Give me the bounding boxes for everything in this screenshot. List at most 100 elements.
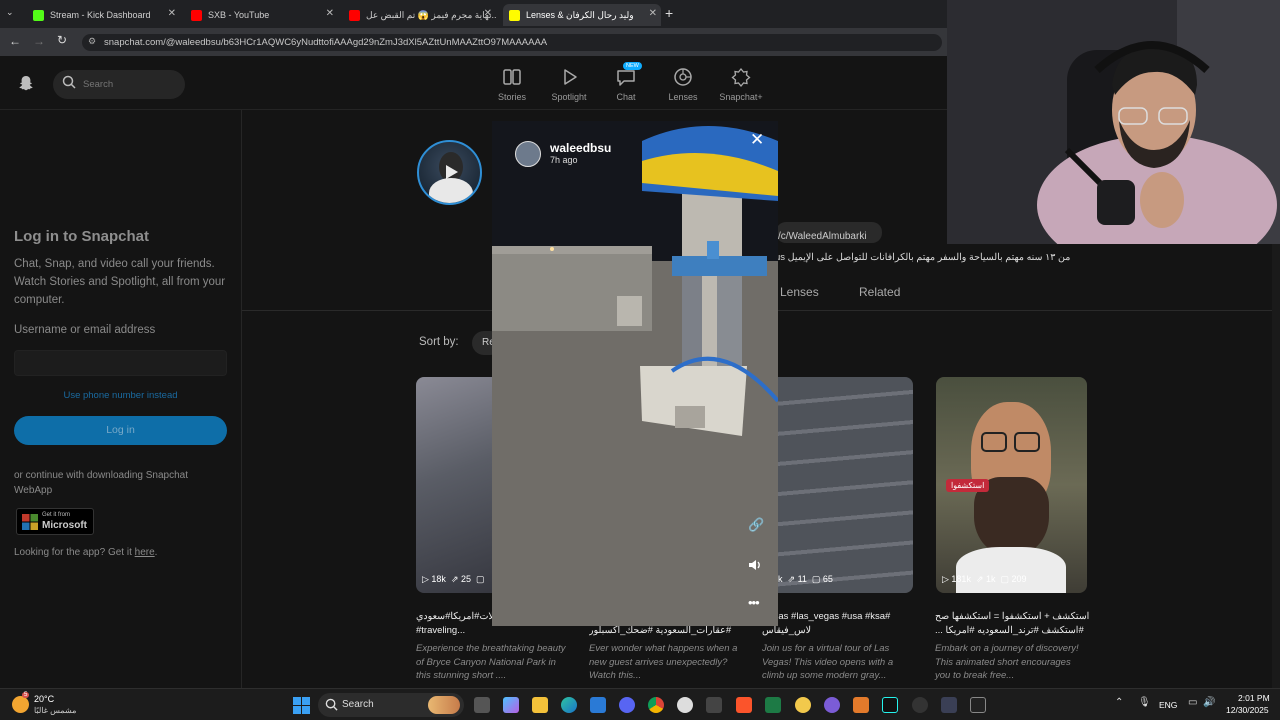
brave-icon[interactable] (736, 697, 752, 713)
card-description: Embark on a journey of discovery! This a… (935, 643, 1079, 681)
login-title: Log in to Snapchat (14, 228, 149, 245)
microsoft-store-badge[interactable]: Get it from Microsoft (16, 508, 94, 535)
viewer-avatar[interactable] (515, 141, 541, 167)
volume-icon[interactable]: 🔊 (1203, 697, 1215, 708)
search-icon (325, 698, 338, 716)
close-tab-icon[interactable]: ✕ (484, 8, 492, 19)
taskbar-search[interactable]: Search (318, 693, 464, 717)
nav-snapchat-plus[interactable]: Snapchat+ (711, 66, 771, 102)
site-info-icon[interactable]: ⚙ (88, 36, 96, 47)
windows-start-icon[interactable] (293, 697, 310, 719)
nav-stories[interactable]: Stories (482, 66, 542, 102)
card-stats: ▷ 181k ⇗ 1k ▢ 209 (942, 574, 1027, 584)
card-title[interactable]: Vegas #las_vegas #usa #ksa# لاس_فيقاس (762, 610, 917, 638)
new-tab-button[interactable]: + (665, 5, 673, 21)
store-big-text: Microsoft (42, 520, 87, 531)
search-box[interactable] (53, 70, 185, 99)
viewer-username[interactable]: waleedbsu (550, 141, 611, 155)
app-icon[interactable] (853, 697, 869, 713)
weather-temp: 20°C (34, 694, 55, 704)
username-label: Username or email address (14, 324, 156, 336)
snapchat-plus-icon (731, 67, 751, 88)
tab-kick-dashboard[interactable]: Stream - Kick Dashboard ✕ (28, 4, 180, 26)
spotlight-card[interactable]: 31k ⇗ 11 ▢ 65 (762, 377, 913, 593)
nav-label: Stories (497, 92, 526, 102)
tab-search-button[interactable]: ⌄ (6, 7, 20, 21)
tab-label: نهاية مجرم فيمز 😱 تم القبض عل... (366, 9, 496, 20)
card-views: 181k (951, 574, 971, 584)
lenses-icon (674, 68, 692, 86)
language-indicator[interactable]: ENG (1159, 700, 1177, 710)
close-tab-icon[interactable]: ✕ (168, 8, 176, 19)
chrome-icon[interactable] (648, 697, 664, 713)
share-link-icon[interactable]: 🔗 (748, 517, 764, 533)
app-icon[interactable] (970, 697, 986, 713)
nav-label: Snapchat+ (719, 92, 763, 102)
tiktok-icon[interactable] (882, 697, 898, 713)
profile-avatar[interactable] (417, 140, 482, 205)
search-icon (62, 75, 76, 94)
nav-lenses[interactable]: Lenses (653, 66, 713, 102)
spotlight-icon (564, 69, 577, 85)
nav-label: Lenses (668, 92, 698, 102)
url-field[interactable]: ⚙ snapchat.com/@waleedbsu/b63HCr1AQWC6yN… (82, 34, 942, 51)
task-view-icon[interactable] (474, 697, 490, 713)
nav-spotlight[interactable]: Spotlight (539, 66, 599, 102)
reload-icon[interactable]: ↻ (57, 33, 67, 47)
tab-youtube-arabic[interactable]: نهاية مجرم فيمز 😱 تم القبض عل... ✕ (344, 4, 496, 26)
search-input[interactable] (83, 76, 178, 92)
file-explorer-icon[interactable] (532, 697, 548, 713)
app-icon[interactable] (941, 697, 957, 713)
spotlight-video-viewer[interactable]: waleedbsu 7h ago ✕ 🔗 ••• (492, 121, 778, 626)
clock-time[interactable]: 2:01 PM (1238, 693, 1270, 703)
close-tab-icon[interactable]: ✕ (326, 8, 334, 19)
browser-tab-bar: ⌄ Stream - Kick Dashboard ✕ SXB - YouTub… (0, 0, 947, 28)
weather-widget[interactable]: 5 20°C مشمس غالبًا (12, 692, 122, 717)
edge-icon[interactable] (561, 697, 577, 713)
spotlight-card[interactable]: استكشفوا ▷ 181k ⇗ 1k ▢ 209 (936, 377, 1087, 593)
obs-icon[interactable] (912, 697, 928, 713)
tab-youtube-sxb[interactable]: SXB - YouTube ✕ (186, 4, 338, 26)
store-icon[interactable] (590, 697, 606, 713)
clock-date[interactable]: 12/30/2025 (1226, 705, 1269, 715)
excel-icon[interactable] (765, 697, 781, 713)
viewer-time: 7h ago (550, 155, 578, 165)
nav-chat[interactable]: Chat NEW (596, 62, 656, 102)
search-highlight-image (428, 696, 460, 714)
get-app-text: Looking for the app? Get it here. (14, 547, 157, 558)
chat-app-icon[interactable] (795, 697, 811, 713)
tab-related[interactable]: Related (859, 285, 900, 299)
close-tab-icon[interactable]: ✕ (649, 8, 657, 19)
get-app-link[interactable]: here (135, 547, 155, 558)
snapchat-icon (509, 9, 520, 21)
github-icon[interactable] (677, 697, 693, 713)
more-options-icon[interactable]: ••• (748, 595, 760, 610)
profile-link-chip[interactable]: /c/WaleedAlmubarki (776, 222, 882, 243)
discord-icon[interactable] (619, 697, 635, 713)
card-stats: ▷ 18k ⇗ 25 ▢ (422, 574, 485, 584)
app-icon[interactable] (706, 697, 722, 713)
back-arrow-icon[interactable]: ← (9, 34, 21, 48)
card-title[interactable]: استكشف + استكشفوا = استكشفها صح #استكشف … (935, 610, 1090, 638)
forward-arrow-icon[interactable]: → (33, 34, 45, 48)
card-title[interactable]: #عقارات_السعودية #ضحك_اكسبلور (589, 624, 744, 638)
card-shares: 11 (797, 574, 807, 584)
login-button[interactable]: Log in (14, 416, 227, 445)
mute-icon[interactable] (748, 558, 762, 577)
tab-lenses[interactable]: Lenses (780, 285, 819, 299)
card-description: Join us for a virtual tour of Las Vegas!… (762, 643, 894, 681)
kick-icon (33, 9, 44, 21)
card-sticker: استكشفوا (946, 479, 990, 492)
tab-label: SXB - YouTube (208, 10, 270, 20)
username-field[interactable] (14, 350, 227, 376)
close-icon[interactable]: ✕ (750, 130, 764, 150)
snapchat-ghost-logo[interactable] (18, 75, 34, 96)
store-small-text: Get it from (42, 512, 71, 518)
copilot-icon[interactable] (503, 697, 519, 713)
microphone-icon[interactable]: 🎙 (1138, 697, 1151, 708)
network-icon[interactable]: ▭ (1188, 697, 1197, 708)
phone-number-link[interactable]: Use phone number instead (14, 390, 227, 401)
tray-chevron-icon[interactable]: ⌃ (1115, 697, 1123, 708)
app-icon[interactable] (824, 697, 840, 713)
tab-snapchat-lenses[interactable]: وليد رحال الكرفان & Lenses ✕ (503, 4, 661, 26)
